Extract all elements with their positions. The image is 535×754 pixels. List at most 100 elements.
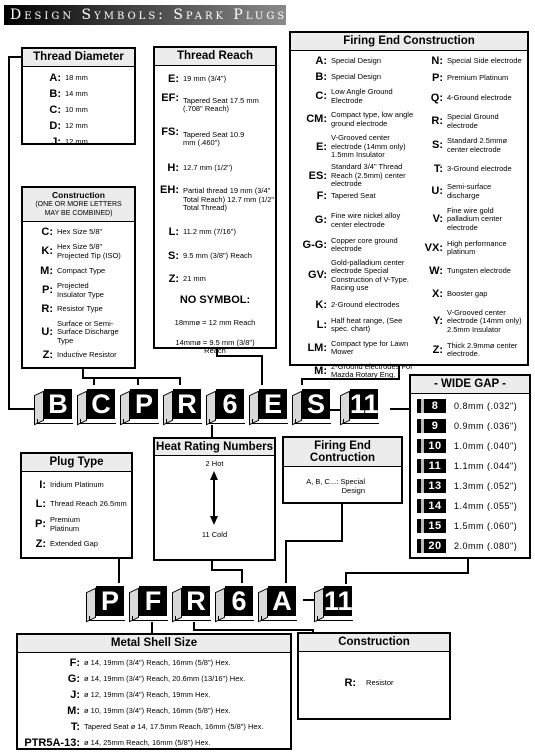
list-item: R: Special Ground electrode bbox=[431, 112, 499, 130]
code-block: 11 bbox=[314, 582, 353, 623]
connector-line bbox=[8, 56, 22, 58]
thread-diameter-header: Thread Diameter bbox=[23, 49, 134, 67]
list-item: S: 9.5 mm (3/8") Reach bbox=[168, 249, 252, 262]
part-number-suffix-1: 11 bbox=[340, 385, 383, 426]
list-item: C: 10 mm bbox=[49, 103, 88, 116]
firing-end-box: Firing End Construction A: Special Design… bbox=[289, 31, 529, 379]
gap-item: 9 0.9mm (.036") bbox=[417, 416, 529, 436]
code-block: 6 bbox=[215, 582, 254, 623]
construction-box: Construction (ONE OR MORE LETTERS MAY BE… bbox=[21, 186, 136, 369]
no-symbol-item: 14mmø = 9.5 mm (3/8") Reach bbox=[175, 338, 255, 355]
list-item: LM: Compact type for Lawn Mower bbox=[307, 338, 409, 356]
connector-line bbox=[216, 355, 262, 357]
code-letter: 6 bbox=[216, 389, 244, 419]
wide-gap-header: - WIDE GAP - bbox=[411, 376, 529, 394]
list-item: M: Compact Type bbox=[40, 264, 106, 277]
plug-type-box: Plug Type I: Iridium Platinum L: Thread Re… bbox=[20, 452, 133, 559]
metal-shell-header: Metal Shell Size bbox=[18, 635, 290, 653]
list-item: C: Hex Size 5/8" bbox=[41, 226, 103, 239]
block-base bbox=[252, 419, 288, 424]
list-item: N: Special Side electrode bbox=[431, 54, 522, 67]
list-item: F: ø 14, 19mm (3/4") Reach, 16mm (5/8") H… bbox=[69, 656, 231, 669]
list-item: H: 12.7 mm (1/2") bbox=[167, 161, 233, 174]
code-letter: F bbox=[139, 586, 167, 616]
list-item: VX: High performance platinum bbox=[424, 238, 507, 256]
list-item: G-G: Copper core ground electrode bbox=[302, 235, 398, 253]
list-item: FS: Tapered Seat 10.9 mm (.460") bbox=[161, 126, 245, 147]
connector-line bbox=[390, 408, 410, 410]
list-item: GV: Gold-palladium center electrode Speci… bbox=[308, 257, 409, 292]
list-item: S: Standard 2.5mmø center electrode bbox=[432, 136, 508, 154]
firing-end-summary-header: Firing End Contruction bbox=[284, 438, 401, 467]
code-letter: S bbox=[302, 389, 330, 419]
list-item: CM: Compact type, low angle ground electr… bbox=[306, 110, 414, 128]
list-item: L: 11.2 mm (7/16") bbox=[168, 225, 236, 238]
block-base bbox=[175, 616, 211, 621]
list-item: Q: 4-Ground electrode bbox=[430, 92, 512, 105]
gap-code-badge: 14 bbox=[421, 499, 446, 513]
code-letter: R bbox=[173, 389, 201, 419]
block-base bbox=[343, 419, 379, 424]
heat-rating-box: Heat Rating Numbers 2 Hot 11 Cold bbox=[153, 437, 276, 561]
code-block: 6 bbox=[206, 385, 245, 426]
list-item: A: 18 mm bbox=[49, 71, 88, 84]
connector-line bbox=[467, 557, 469, 573]
firing-end-summary-text: A, B, C...: Special Design bbox=[306, 477, 365, 495]
connector-line bbox=[341, 503, 343, 541]
list-item: E: V-Grooved center electrode (14mm only)… bbox=[316, 133, 406, 160]
connector-line bbox=[93, 377, 95, 385]
list-item: K: 2-Ground electrodes bbox=[315, 299, 400, 312]
gap-item: 13 1.3mm (.052") bbox=[417, 476, 529, 496]
construction-header: Construction (ONE OR MORE LETTERS MAY BE… bbox=[23, 188, 134, 222]
wide-gap-list: 8 0.8mm (.032") 9 0.9mm (.036") 10 1.0mm (.04… bbox=[411, 394, 529, 556]
list-item: I: Iridium Platinum bbox=[39, 479, 104, 492]
list-item: P: Premium Platinum bbox=[35, 515, 81, 533]
code-block: S bbox=[292, 385, 331, 426]
list-item: Z: 21 mm bbox=[168, 272, 206, 285]
code-block: E bbox=[249, 385, 288, 426]
connector-line bbox=[193, 629, 313, 631]
list-item: B: Special Design bbox=[315, 70, 382, 83]
connector-line bbox=[211, 569, 242, 571]
connector-line bbox=[8, 56, 10, 409]
thread-diameter-box: Thread Diameter A: 18 mm B: 14 mm C: 10 mm … bbox=[21, 47, 136, 147]
connector-line bbox=[345, 572, 469, 574]
no-symbol-label: NO SYMBOL: bbox=[179, 294, 251, 306]
list-item: M: ø 10, 19mm (3/4") Reach, 16mm (5/8") H… bbox=[67, 704, 231, 717]
firing-end-right-column: N: Special Side electrode P: Premium Platin… bbox=[419, 51, 527, 383]
code-block: B bbox=[34, 385, 73, 426]
list-item: R: Resistor bbox=[344, 677, 394, 689]
connector-line bbox=[8, 408, 34, 410]
block-base bbox=[80, 419, 116, 424]
part-number-code-2: PFR6A bbox=[86, 582, 301, 623]
page-title: Design Symbols: Spark Plugs. bbox=[10, 7, 295, 23]
connector-line bbox=[179, 377, 181, 385]
thread-reach-box: Thread Reach E: 19 mm (3/4") EF: Tapered S… bbox=[153, 46, 277, 355]
list-item: U: Surface or Semi-Surface Discharge Type bbox=[41, 318, 119, 345]
list-item: Z: Extended Gap bbox=[35, 537, 98, 550]
metal-shell-box: Metal Shell Size F: ø 14, 19mm (3/4") Rea… bbox=[16, 633, 292, 750]
part-number-code-1: BCPR6ES bbox=[34, 385, 335, 426]
list-item: V: Fine wire gold palladium center electr… bbox=[432, 205, 503, 232]
code-block: 11 bbox=[340, 385, 379, 426]
connector-line bbox=[241, 569, 243, 583]
gap-code-badge: 8 bbox=[421, 399, 446, 413]
heat-rating-header: Heat Rating Numbers bbox=[155, 439, 274, 456]
connector-line bbox=[82, 377, 180, 379]
list-item: P: Projected Insulator Type bbox=[42, 281, 104, 299]
gap-code-badge: 13 bbox=[421, 479, 446, 493]
gap-code-badge: 20 bbox=[421, 539, 446, 553]
list-item: Z: Inductive Resistor bbox=[42, 349, 117, 362]
construction-bottom-header: Construction bbox=[299, 634, 449, 652]
list-item: J: 12 mm bbox=[51, 135, 88, 148]
list-item: Z: Thick 2.9mmø center electrode. bbox=[432, 340, 518, 358]
list-item: L: Thread Reach 26.5mm bbox=[35, 498, 127, 511]
list-item: G: ø 14, 19mm (3/4") Reach, 20.6mm (13/16… bbox=[67, 672, 246, 685]
gap-item: 14 1.4mm (.055") bbox=[417, 496, 529, 516]
code-letter: R bbox=[182, 586, 210, 616]
metal-shell-list: F: ø 14, 19mm (3/4") Reach, 16mm (5/8") H… bbox=[18, 653, 290, 751]
list-item: G: Fine wire nickel alloy center electrod… bbox=[314, 211, 401, 229]
gap-code-badge: 10 bbox=[421, 439, 446, 453]
list-item: W: Tungsten electrode bbox=[429, 265, 511, 278]
block-base bbox=[218, 616, 254, 621]
